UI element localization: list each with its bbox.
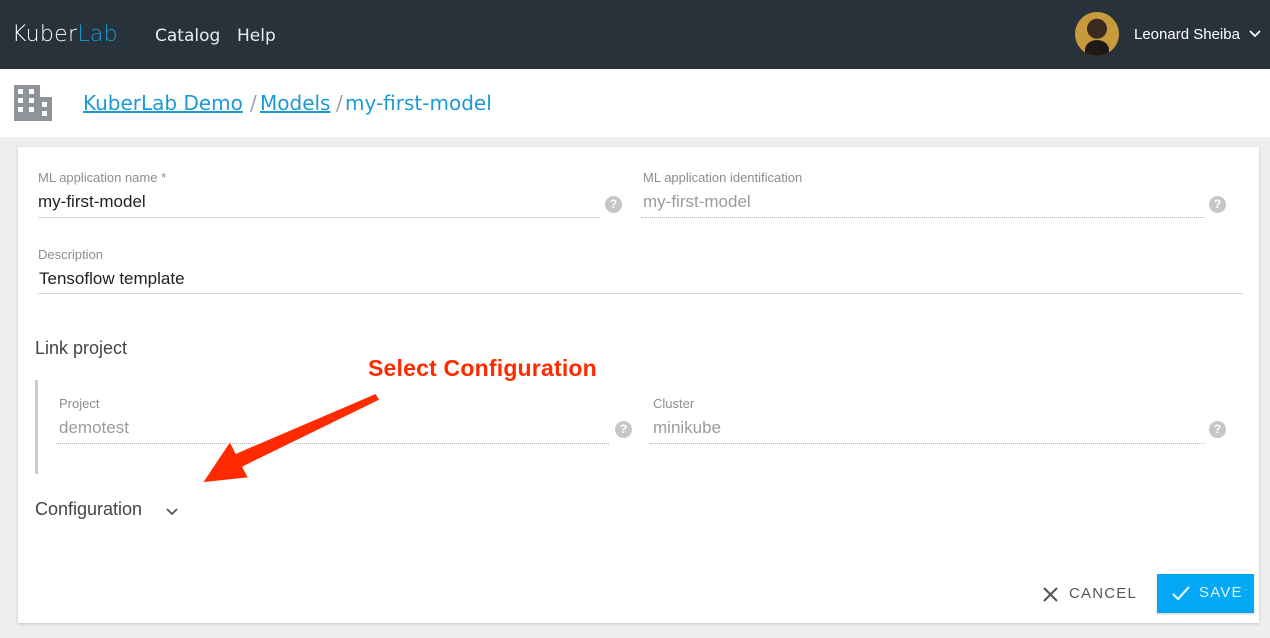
description-input[interactable]	[39, 269, 1234, 289]
building-icon	[14, 85, 52, 121]
app-logo[interactable]: KuberLab	[12, 22, 118, 47]
cluster-select[interactable]	[653, 418, 1193, 438]
user-name[interactable]: Leonard Sheiba	[1134, 26, 1240, 43]
cluster-select-underline	[650, 443, 1204, 444]
breadcrumb-current: my-first-model	[345, 91, 492, 115]
ident-input-underline	[641, 217, 1205, 218]
nav-help-link[interactable]: Help	[237, 26, 276, 46]
link-project-title: Link project	[35, 338, 128, 358]
name-input[interactable]	[38, 192, 593, 212]
description-field-label: Description	[38, 247, 104, 262]
configuration-toggle[interactable]: Configuration	[35, 499, 178, 525]
chevron-down-icon	[166, 508, 178, 516]
breadcrumb-separator: /	[336, 91, 343, 115]
help-icon[interactable]: ?	[1209, 196, 1226, 213]
link-project-indent-bar	[35, 380, 38, 474]
logo-primary-text: Kuber	[12, 22, 78, 47]
cancel-button[interactable]: CANCEL	[1035, 575, 1145, 613]
save-button-label: SAVE	[1199, 584, 1243, 601]
cancel-button-label: CANCEL	[1069, 585, 1138, 602]
project-field-label: Project	[59, 396, 100, 411]
description-input-underline	[38, 293, 1243, 294]
logo-accent-text: Lab	[77, 22, 118, 47]
name-input-underline	[38, 217, 600, 218]
ident-input[interactable]	[643, 192, 1198, 212]
ident-field-label: ML application identification	[643, 170, 803, 185]
breadcrumb-models[interactable]: Models	[260, 91, 330, 115]
breadcrumb-kuberlab-demo[interactable]: KuberLab Demo	[83, 91, 243, 115]
name-field-label: ML application name *	[38, 170, 167, 185]
breadcrumb-separator: /	[250, 91, 257, 115]
cluster-field-label: Cluster	[653, 396, 695, 411]
close-icon	[1043, 587, 1058, 602]
help-icon[interactable]: ?	[615, 421, 632, 438]
user-avatar[interactable]	[1075, 12, 1119, 56]
chevron-down-icon[interactable]	[1248, 27, 1262, 41]
help-icon[interactable]: ?	[605, 196, 622, 213]
check-icon	[1172, 586, 1190, 601]
help-icon[interactable]: ?	[1209, 421, 1226, 438]
nav-catalog-link[interactable]: Catalog	[155, 26, 220, 46]
annotation-arrow-icon	[201, 392, 381, 484]
configuration-label: Configuration	[35, 499, 143, 519]
save-button[interactable]: SAVE	[1157, 574, 1254, 613]
annotation-label: Select Configuration	[368, 355, 597, 381]
